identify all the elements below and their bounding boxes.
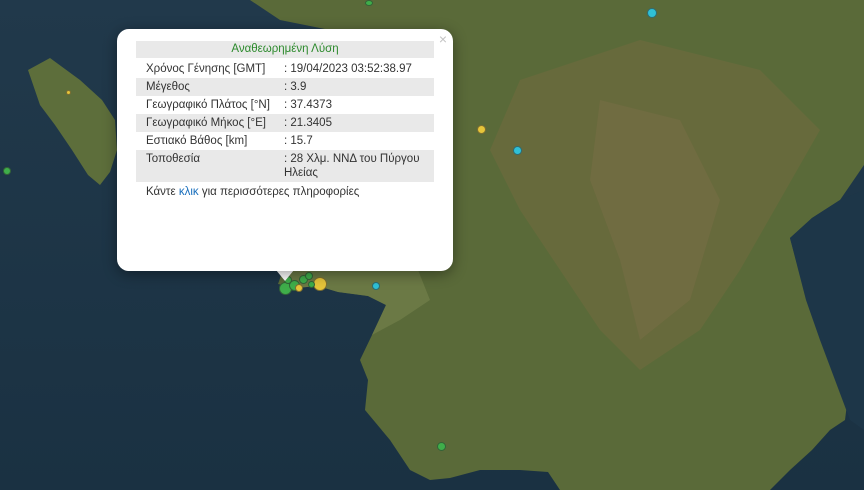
table-row: Χρόνος Γένησης [GMT] : 19/04/2023 03:52:… [136,60,434,78]
earthquake-marker[interactable] [305,272,313,280]
footer-suffix: για περισσότερες πληροφορίες [201,186,360,198]
earthquake-marker[interactable] [437,442,446,451]
table-row: Τοποθεσία : 28 Χλμ. ΝΝΔ του Πύργου Ηλεία… [136,150,434,182]
row-value: : 15.7 [284,135,313,147]
popup-footer: Κάντε κλικ για περισσότερες πληροφορίες [136,185,434,199]
table-row: Εστιακό Βάθος [km] : 15.7 [136,132,434,150]
table-row: Μέγεθος : 3.9 [136,78,434,96]
info-table: Χρόνος Γένησης [GMT] : 19/04/2023 03:52:… [136,60,434,182]
table-row: Γεωγραφικό Πλάτος [°N] : 37.4373 [136,96,434,114]
earthquake-marker[interactable] [66,90,71,95]
row-label: Χρόνος Γένησης [GMT] [146,63,266,75]
earthquake-marker[interactable] [477,125,486,134]
row-label: Εστιακό Βάθος [km] [146,135,248,147]
earthquake-marker[interactable] [308,281,315,288]
more-info-link[interactable]: κλικ [179,186,199,198]
table-row: Γεωγραφικό Μήκος [°E] : 21.3405 [136,114,434,132]
earthquake-marker[interactable] [3,167,11,175]
row-value: : 21.3405 [274,114,434,132]
footer-prefix: Κάντε [146,186,176,198]
row-label: Γεωγραφικό Μήκος [°E] [136,114,274,132]
close-icon[interactable]: × [439,32,447,46]
row-label: Γεωγραφικό Πλάτος [°N] [146,99,270,111]
row-label: Μέγεθος [136,78,274,96]
row-value: : 19/04/2023 03:52:38.97 [284,63,412,75]
earthquake-marker[interactable] [295,284,303,292]
popup-tip [276,270,294,281]
row-value: : 37.4373 [284,99,332,111]
earthquake-marker[interactable] [513,146,522,155]
earthquake-marker[interactable] [647,8,657,18]
row-label: Τοποθεσία [136,150,274,182]
earthquake-marker[interactable] [365,0,373,6]
popup-title: Αναθεωρημένη Λύση [136,41,434,58]
map-view[interactable]: × Αναθεωρημένη Λύση Χρόνος Γένησης [GMT]… [0,0,864,490]
earthquake-info-popup: × Αναθεωρημένη Λύση Χρόνος Γένησης [GMT]… [117,29,453,271]
row-value: : 28 Χλμ. ΝΝΔ του Πύργου Ηλείας [274,150,434,182]
earthquake-marker[interactable] [372,282,380,290]
row-value: : 3.9 [274,78,434,96]
earthquake-marker[interactable] [313,277,327,291]
